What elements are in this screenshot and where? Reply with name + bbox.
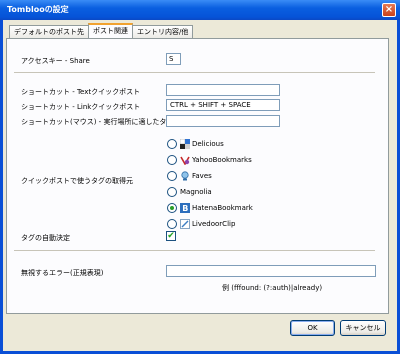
svg-text:B: B	[182, 204, 188, 213]
radio-option-livedoor-clip[interactable]: LivedoorClip	[167, 218, 235, 230]
text-shortcut-label: ショートカット - Textクイックポスト	[21, 88, 141, 96]
ignore-errors-example: 例 (fffound: (?:auth)|already)	[222, 284, 323, 292]
hatena-icon: B	[180, 203, 190, 213]
radio-option-faves[interactable]: Faves	[167, 170, 212, 182]
radio-label-livedoor-clip: LivedoorClip	[192, 220, 236, 228]
radio-button[interactable]	[167, 171, 177, 181]
faves-icon	[180, 171, 190, 181]
text-shortcut-input[interactable]	[166, 84, 280, 96]
radio-button[interactable]	[167, 139, 177, 149]
radio-label-delicious: Delicious	[192, 140, 224, 148]
radio-option-delicious[interactable]: Delicious	[167, 138, 224, 150]
link-shortcut-input[interactable]: CTRL + SHIFT + SPACE	[166, 99, 280, 111]
mouse-shortcut-label: ショートカット(マウス) - 実行場所に適したタイプ	[21, 118, 181, 126]
tab-entry-content[interactable]: エントリ内容/他	[132, 25, 194, 38]
divider	[14, 72, 375, 73]
tab-strip: デフォルトのポスト先 ポスト関連 エントリ内容/他	[9, 23, 194, 38]
radio-label-magnolia: Magnolia	[180, 188, 212, 196]
radio-button-selected[interactable]	[167, 203, 177, 213]
window-title: Tomblooの設定	[7, 5, 69, 14]
ignore-errors-input[interactable]	[166, 265, 376, 277]
tab-default-post-target[interactable]: デフォルトのポスト先	[9, 25, 89, 38]
yahoo-bookmarks-icon	[180, 155, 190, 166]
radio-option-yahoo-bookmarks[interactable]: YahooBookmarks	[167, 154, 252, 166]
ok-button[interactable]: OK	[290, 320, 335, 336]
livedoor-clip-icon	[180, 219, 190, 229]
radio-button[interactable]	[167, 219, 177, 229]
divider	[14, 250, 375, 251]
tag-source-label: クイックポストで使うタグの取得元	[21, 177, 133, 185]
mouse-shortcut-input[interactable]	[166, 115, 280, 127]
radio-option-hatena-bookmark[interactable]: B HatenaBookmark	[167, 202, 253, 214]
radio-label-hatena-bookmark: HatenaBookmark	[192, 204, 253, 212]
cancel-button[interactable]: キャンセル	[340, 320, 386, 336]
accesskey-input[interactable]: S	[166, 53, 181, 65]
link-shortcut-label: ショートカット - Linkクイックポスト	[21, 103, 141, 111]
radio-button[interactable]	[167, 187, 177, 197]
title-bar[interactable]: Tomblooの設定 ×	[0, 0, 400, 20]
auto-tag-checkbox[interactable]: ✔	[166, 231, 176, 241]
tab-post-related[interactable]: ポスト関連	[88, 23, 133, 38]
radio-button[interactable]	[167, 155, 177, 165]
delicious-icon	[179, 138, 190, 149]
radio-label-yahoo-bookmarks: YahooBookmarks	[192, 156, 252, 164]
auto-tag-label: タグの自動決定	[21, 234, 70, 242]
close-button[interactable]: ×	[382, 3, 396, 17]
radio-option-magnolia[interactable]: Magnolia	[167, 186, 212, 198]
radio-label-faves: Faves	[192, 172, 212, 180]
accesskey-label: アクセスキー - Share	[21, 57, 90, 65]
ignore-errors-label: 無視するエラー(正規表現)	[21, 269, 104, 277]
